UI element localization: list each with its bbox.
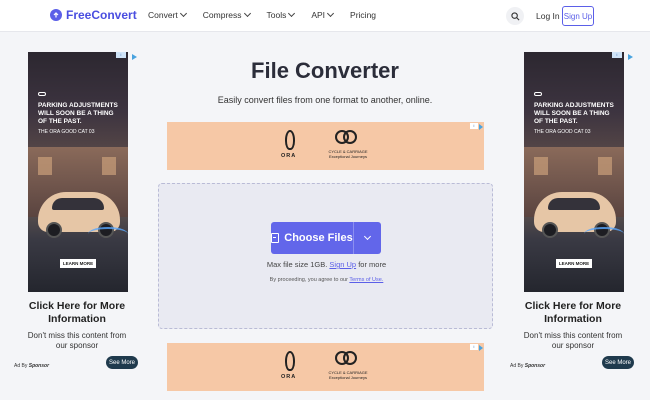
- ad-window: [534, 157, 548, 175]
- login-link[interactable]: Log In: [536, 11, 560, 21]
- ad-by-text: Ad By: [14, 363, 28, 369]
- ad-choices-icon[interactable]: i: [612, 52, 622, 58]
- nav-api[interactable]: API: [311, 9, 335, 20]
- ad-window: [598, 157, 612, 175]
- adchoices-play-icon[interactable]: [479, 345, 483, 351]
- signup-link[interactable]: Sign Up: [329, 260, 356, 269]
- ora-brand-text: ORA: [281, 374, 297, 380]
- cycle-carriage-text: CYCLE & CARRIAGE Exceptional Journeys: [325, 370, 371, 380]
- sponsor-name: Sponsor: [524, 363, 546, 369]
- car-window: [548, 198, 600, 210]
- cycle-carriage-text: CYCLE & CARRIAGE Exceptional Journeys: [325, 149, 371, 159]
- learn-more-button[interactable]: LEARN MORE: [60, 259, 96, 268]
- cc-tagline: Exceptional Journeys: [328, 154, 368, 159]
- ad-headline: PARKING ADJUSTMENTS WILL SOON BE A THING…: [38, 102, 118, 125]
- choose-source-dropdown[interactable]: [354, 222, 381, 254]
- cycle-carriage-logo-icon: [335, 130, 359, 148]
- side-ad-left[interactable]: PARKING ADJUSTMENTS WILL SOON BE A THING…: [14, 52, 142, 369]
- terms-link[interactable]: Terms of Use.: [349, 277, 383, 283]
- search-button[interactable]: [506, 7, 524, 25]
- page-subtitle: Easily convert files from one format to …: [217, 95, 433, 105]
- ad-choices-icon[interactable]: i: [470, 123, 478, 129]
- logo-icon: [50, 9, 62, 21]
- file-drop-zone[interactable]: Choose Files Max file size 1GB. Sign Up …: [158, 183, 493, 329]
- ad-headline: PARKING ADJUSTMENTS WILL SOON BE A THING…: [534, 102, 614, 125]
- ad-cta-text: Don't miss this content from our sponsor: [523, 331, 623, 350]
- max-file-size-note: Max file size 1GB. Sign Up for more: [159, 260, 494, 269]
- chevron-down-icon: [179, 9, 187, 18]
- search-icon: [510, 11, 519, 20]
- ora-logo-icon: [534, 92, 542, 96]
- ad-image[interactable]: PARKING ADJUSTMENTS WILL SOON BE A THING…: [28, 52, 128, 292]
- adchoices-play-icon[interactable]: [132, 54, 137, 60]
- ad-subheadline: THE ORA GOOD CAT 03: [38, 129, 95, 135]
- ad-cta-title[interactable]: Click Here for More Information: [24, 300, 130, 326]
- adchoices-play-icon[interactable]: [628, 54, 633, 60]
- choose-files-button-group: Choose Files: [271, 222, 381, 254]
- ora-brand-text: ORA: [281, 153, 297, 159]
- car-wheel: [542, 222, 558, 238]
- ad-window: [102, 157, 116, 175]
- nav-label: Pricing: [350, 10, 377, 20]
- chevron-down-icon: [363, 232, 372, 241]
- light-arc: [88, 227, 128, 241]
- banner-ad-bottom[interactable]: ORA CYCLE & CARRIAGE Exceptional Journeys…: [167, 343, 484, 391]
- ad-cta-text: Don't miss this content from our sponsor: [27, 331, 127, 350]
- nav-compress[interactable]: Compress: [202, 9, 251, 20]
- nav-label: Tools: [266, 10, 287, 20]
- nav-convert[interactable]: Convert: [148, 9, 187, 20]
- nav-label: API: [311, 10, 326, 20]
- car-wheel: [46, 222, 62, 238]
- page-title: File Converter: [251, 58, 399, 83]
- banner-ad-top[interactable]: ORA CYCLE & CARRIAGE Exceptional Journeys…: [167, 122, 484, 170]
- light-arc: [584, 227, 624, 241]
- file-icon: [271, 233, 280, 243]
- ad-by-label: Ad By Sponsor: [510, 363, 545, 369]
- ora-logo-icon: [285, 351, 295, 371]
- car-window: [52, 198, 104, 210]
- cycle-carriage-logo-icon: [335, 351, 359, 369]
- choose-files-button[interactable]: Choose Files: [271, 222, 354, 254]
- nav-tools[interactable]: Tools: [266, 9, 296, 20]
- see-more-button[interactable]: See More: [106, 356, 138, 369]
- ad-by-label: Ad By Sponsor: [14, 363, 49, 369]
- max-size-text: Max file size 1GB.: [266, 260, 328, 269]
- ad-image[interactable]: PARKING ADJUSTMENTS WILL SOON BE A THING…: [524, 52, 624, 292]
- ora-logo-icon: [285, 130, 295, 150]
- nav-label: Convert: [148, 10, 178, 20]
- main-nav: Convert Compress Tools API Pricing: [148, 9, 393, 20]
- learn-more-button[interactable]: LEARN MORE: [556, 259, 592, 268]
- top-navbar: FreeConvert Convert Compress Tools API P…: [0, 0, 650, 32]
- signup-button[interactable]: Sign Up: [562, 6, 594, 26]
- ora-logo-icon: [38, 92, 46, 96]
- terms-prefix: By proceeding, you agree to our: [269, 277, 348, 283]
- ad-choices-icon[interactable]: i: [116, 52, 126, 58]
- side-ad-right[interactable]: PARKING ADJUSTMENTS WILL SOON BE A THING…: [510, 52, 638, 369]
- cc-tagline: Exceptional Journeys: [328, 375, 368, 380]
- terms-note: By proceeding, you agree to our Terms of…: [159, 277, 494, 283]
- choose-files-label: Choose Files: [284, 232, 353, 244]
- ad-choices-icon[interactable]: i: [470, 344, 478, 350]
- nav-label: Compress: [202, 10, 242, 20]
- chevron-down-icon: [327, 9, 335, 18]
- chevron-down-icon: [243, 9, 251, 18]
- logo-text: FreeConvert: [66, 8, 137, 22]
- max-size-suffix: for more: [358, 260, 387, 269]
- chevron-down-icon: [288, 9, 296, 18]
- nav-pricing[interactable]: Pricing: [350, 10, 376, 20]
- ad-cta-title[interactable]: Click Here for More Information: [520, 300, 626, 326]
- ad-subheadline: THE ORA GOOD CAT 03: [534, 129, 591, 135]
- ad-window: [38, 157, 52, 175]
- see-more-button[interactable]: See More: [602, 356, 634, 369]
- logo[interactable]: FreeConvert: [50, 8, 137, 22]
- sponsor-name: Sponsor: [28, 363, 50, 369]
- ad-by-text: Ad By: [510, 363, 524, 369]
- adchoices-play-icon[interactable]: [479, 124, 483, 130]
